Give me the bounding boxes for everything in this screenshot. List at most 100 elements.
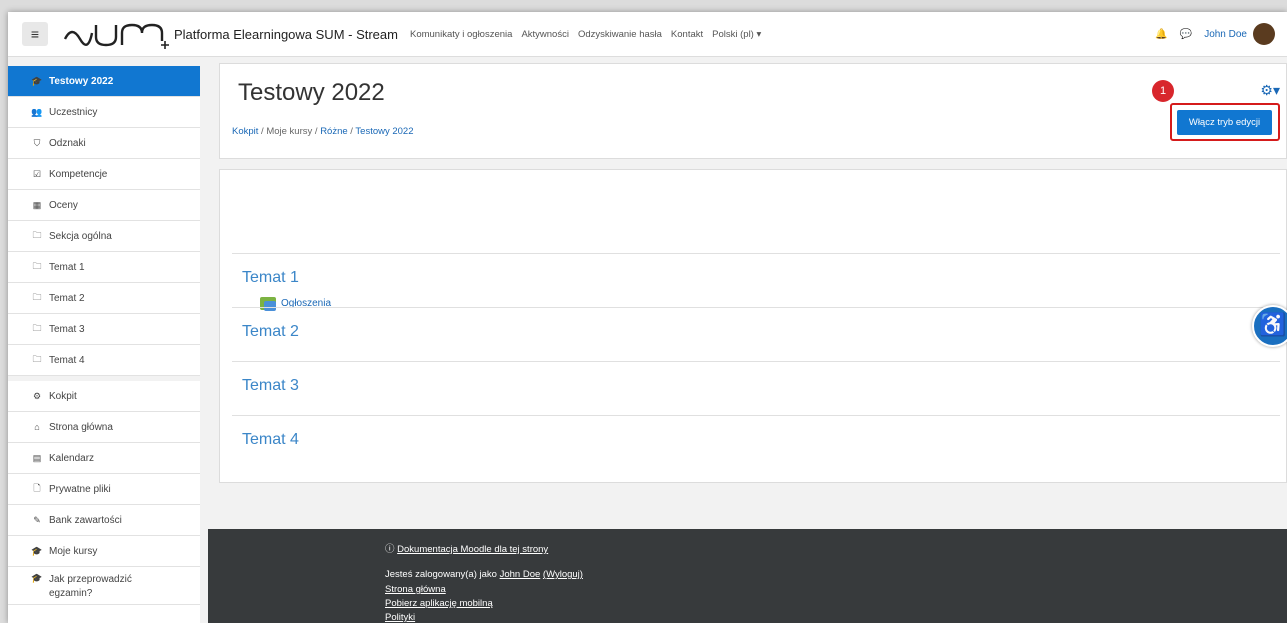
graduation-cap-icon: 🎓 [31,545,43,556]
sidebar-item-competencies[interactable]: ☑ Kompetencje [8,159,200,190]
dashboard-icon: ⚙ [32,390,42,401]
breadcrumb-separator: / [314,126,318,137]
info-icon: ⓘ [385,544,395,555]
language-select[interactable]: Polski (pl) ▾ [712,29,761,40]
logout-link[interactable]: (Wyloguj) [543,569,583,580]
user-menu[interactable]: John Doe [1204,29,1247,40]
menu-toggle-button[interactable]: ≡ [22,22,48,46]
sidebar-item-label: Prywatne pliki [49,483,111,495]
nav-link-password-recovery[interactable]: Odzyskiwanie hasła [578,29,662,40]
avatar[interactable] [1253,23,1275,45]
brush-icon: ✎ [33,514,41,525]
breadcrumb-separator: / [261,126,264,137]
step-badge: 1 [1152,80,1174,102]
table-icon: ▦ [32,199,42,210]
footer-home-link[interactable]: Strona główna [385,584,446,595]
logged-in-text: Jesteś zalogowany(a) jako [385,569,497,580]
sidebar-item-label: Moje kursy [49,545,98,557]
footer-user-link[interactable]: John Doe [500,569,541,580]
topic-title[interactable]: Temat 3 [242,377,299,395]
folder-icon: 🗀 [32,292,42,302]
sidebar-item-private-files[interactable]: 🗋 Prywatne pliki [8,474,200,505]
home-icon: ⌂ [34,422,40,432]
chat-icon[interactable]: 💬 [1180,29,1192,40]
sidebar-item-label: Jak przeprowadzić egzamin? [49,574,132,599]
user-area: 🔔 💬 John Doe [1155,12,1287,56]
sidebar-item-topic-4[interactable]: 🗀 Temat 4 [8,345,200,376]
sidebar-item-general-section[interactable]: 🗀 Sekcja ogólna [8,221,200,252]
calendar-icon: ▤ [32,452,42,463]
breadcrumb: Kokpit / Moje kursy / Różne / Testowy 20… [232,126,414,137]
sidebar-item-participants[interactable]: 👥 Uczestnicy [8,97,200,128]
bell-icon[interactable]: 🔔 [1155,29,1167,40]
sidebar-item-label: Bank zawartości [49,514,122,526]
sidebar-item-dashboard[interactable]: ⚙ Kokpit [8,381,200,412]
page-header-card: Testowy 2022 Kokpit / Moje kursy / Różne… [219,63,1287,159]
sidebar: 🎓 Testowy 2022 👥 Uczestnicy ⛉ Odznaki ☑ Komp… [8,66,200,623]
site-name[interactable]: Platforma Elearningowa SUM - Stream [174,27,398,42]
page-footer: ⓘ Dokumentacja Moodle dla tej strony Jes… [208,529,1287,623]
sidebar-item-label: Uczestnicy [49,106,98,118]
topic-section[interactable]: Temat 1 [232,253,1280,308]
folder-icon: 🗀 [32,261,42,271]
breadcrumb-course[interactable]: Testowy 2022 [355,126,413,137]
page-title: Testowy 2022 [238,79,385,106]
sidebar-item-calendar[interactable]: ▤ Kalendarz [8,443,200,474]
sidebar-item-exam-howto[interactable]: 🎓 Jak przeprowadzić egzamin? [8,567,200,605]
sidebar-item-content-bank[interactable]: ✎ Bank zawartości [8,505,200,536]
accessibility-icon[interactable]: ♿ [1252,305,1287,347]
nav-link-activities[interactable]: Aktywności [521,29,569,40]
users-icon: 👥 [31,106,43,117]
course-content-card: Ogłoszenia Temat 1 Temat 2 Temat 3 Temat… [219,169,1287,483]
breadcrumb-dashboard[interactable]: Kokpit [232,126,258,137]
logged-in-line: Jesteś zalogowany(a) jako John Doe (Wylo… [385,569,583,580]
sidebar-item-label: Strona główna [49,421,113,433]
nav-links: Komunikaty i ogłoszenia Aktywności Odzys… [410,29,761,40]
topic-section[interactable]: Temat 4 [232,415,1280,470]
folder-icon: 🗀 [32,230,42,240]
sidebar-item-label: Testowy 2022 [49,75,114,87]
policies-link[interactable]: Polityki [385,612,415,623]
sidebar-item-label: Oceny [49,199,78,211]
sidebar-item-topic-3[interactable]: 🗀 Temat 3 [8,314,200,345]
docs-line: ⓘ Dokumentacja Moodle dla tej strony [385,541,548,555]
breadcrumb-separator: / [350,126,353,137]
docs-link[interactable]: Dokumentacja Moodle dla tej strony [397,544,548,555]
sidebar-item-label: Temat 3 [49,323,85,335]
sidebar-item-label: Odznaki [49,137,86,149]
nav-link-announcements[interactable]: Komunikaty i ogłoszenia [410,29,512,40]
sum-logo[interactable] [62,19,172,49]
nav-link-contact[interactable]: Kontakt [671,29,703,40]
sidebar-item-grades[interactable]: ▦ Oceny [8,190,200,221]
sidebar-item-my-courses[interactable]: 🎓 Moje kursy [8,536,200,567]
sidebar-item-label: Kalendarz [49,452,95,464]
breadcrumb-my-courses: Moje kursy [266,126,313,137]
topic-section[interactable]: Temat 2 [232,307,1280,362]
sidebar-item-home[interactable]: ⌂ Strona główna [8,412,200,443]
sidebar-item-label: Kompetencje [49,168,108,180]
topic-title[interactable]: Temat 1 [242,269,299,287]
sidebar-item-topic-2[interactable]: 🗀 Temat 2 [8,283,200,314]
breadcrumb-misc[interactable]: Różne [320,126,347,137]
shield-icon: ⛉ [33,137,41,148]
topic-title[interactable]: Temat 2 [242,323,299,341]
sidebar-item-label: Temat 2 [49,292,85,304]
mobile-app-link[interactable]: Pobierz aplikację mobilną [385,598,493,609]
topic-section[interactable]: Temat 3 [232,361,1280,416]
sidebar-item-label: Sekcja ogólna [49,230,112,242]
sidebar-item-topic-1[interactable]: 🗀 Temat 1 [8,252,200,283]
sidebar-item-label: Temat 1 [49,261,85,273]
sidebar-item-label: Temat 4 [49,354,85,366]
file-icon: 🗋 [33,483,41,493]
folder-icon: 🗀 [32,354,42,364]
top-navbar: ≡ Platforma Elearningowa SUM - Stream Ko… [8,12,1287,57]
enable-editing-button[interactable]: Włącz tryb edycji [1177,110,1272,135]
browser-window: ≡ Platforma Elearningowa SUM - Stream Ko… [8,12,1287,623]
sidebar-item-label: Kokpit [49,390,77,402]
gear-icon[interactable]: ⚙▾ [1260,82,1280,99]
folder-icon: 🗀 [32,323,42,333]
topic-title[interactable]: Temat 4 [242,431,299,449]
sidebar-item-badges[interactable]: ⛉ Odznaki [8,128,200,159]
sidebar-item-course[interactable]: 🎓 Testowy 2022 [8,66,200,97]
checkbox-icon: ☑ [32,168,42,179]
